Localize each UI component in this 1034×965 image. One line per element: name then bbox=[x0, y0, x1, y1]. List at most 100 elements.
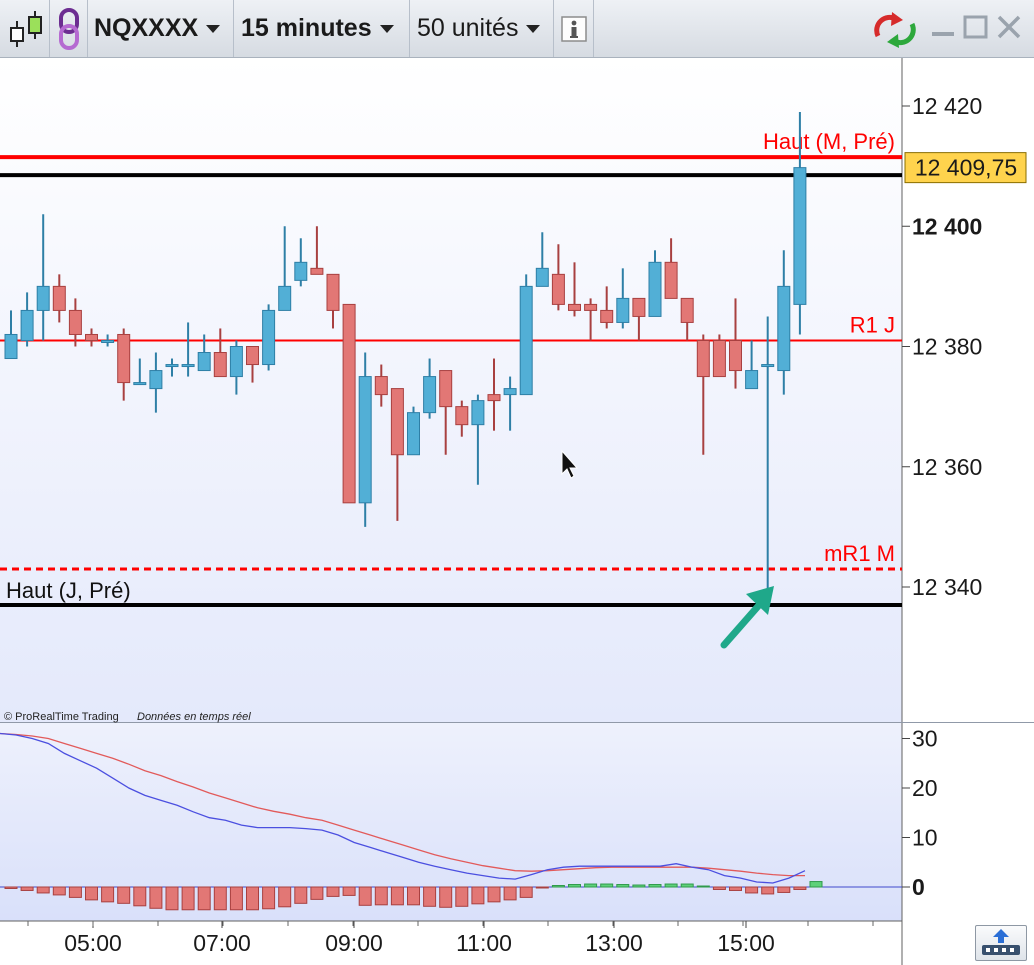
candle-body bbox=[310, 267, 324, 275]
histogram-bar bbox=[407, 886, 420, 906]
time-label: 11:00 bbox=[456, 930, 512, 956]
histogram-bar bbox=[487, 886, 501, 903]
histogram-bar bbox=[793, 886, 807, 890]
chart-area[interactable]: Haut (M, Pré) R1 J mR1 M Haut (J, Pré) 12 4… bbox=[0, 58, 1034, 965]
candle-body bbox=[133, 382, 147, 386]
minimize-icon[interactable] bbox=[930, 14, 956, 40]
candle[interactable] bbox=[712, 334, 726, 378]
timeframe-label: 15 minutes bbox=[241, 14, 372, 42]
histogram-bar bbox=[439, 886, 453, 908]
candle-body bbox=[680, 297, 694, 323]
candle-body bbox=[117, 333, 131, 384]
candle-body bbox=[101, 339, 115, 343]
histogram-bar bbox=[374, 886, 388, 906]
histogram-bar bbox=[455, 886, 469, 907]
histogram-bar bbox=[310, 886, 324, 900]
level-label: R1 J bbox=[850, 312, 895, 337]
candle-body bbox=[648, 261, 662, 317]
refresh-icon[interactable] bbox=[872, 10, 918, 50]
candle-body bbox=[423, 376, 437, 414]
candle-body bbox=[519, 285, 533, 396]
histogram-bar bbox=[262, 886, 276, 910]
histogram-bar bbox=[165, 886, 179, 911]
last-price-label: 12 409,75 bbox=[915, 155, 1017, 181]
price-tick-label: 12 360 bbox=[912, 454, 982, 480]
instrument-label: NQXXXX bbox=[94, 14, 199, 42]
time-label: 07:00 bbox=[193, 930, 251, 956]
candle-body bbox=[326, 273, 340, 311]
histogram-bar bbox=[600, 883, 614, 888]
candle-body bbox=[568, 303, 581, 311]
candle[interactable] bbox=[407, 406, 420, 456]
candle[interactable] bbox=[358, 352, 372, 527]
histogram-bar bbox=[246, 886, 259, 911]
candle-body bbox=[262, 309, 276, 366]
candle[interactable] bbox=[262, 304, 276, 371]
histogram-bar bbox=[36, 886, 50, 894]
histogram-bar bbox=[503, 886, 517, 901]
histogram-bar bbox=[680, 883, 694, 888]
units-selector[interactable]: 50 unités bbox=[410, 0, 554, 57]
histogram-bar bbox=[20, 886, 34, 891]
indicator-tick-label: 10 bbox=[912, 825, 938, 851]
price-tick-label: 12 380 bbox=[912, 334, 982, 360]
histogram-bar bbox=[358, 886, 372, 906]
indicator-tick-label: 30 bbox=[912, 726, 938, 752]
histogram-bar bbox=[568, 884, 581, 888]
candlestick-type-icon bbox=[9, 10, 42, 47]
candle-body bbox=[20, 309, 34, 341]
candle-body bbox=[632, 297, 646, 317]
chart-type-button[interactable] bbox=[0, 0, 50, 57]
expand-panel-button[interactable] bbox=[975, 925, 1027, 961]
chevron-down-icon bbox=[526, 24, 541, 33]
candle-body bbox=[729, 339, 742, 372]
close-icon[interactable] bbox=[996, 14, 1022, 40]
candle-body bbox=[712, 339, 726, 378]
histogram-bar bbox=[712, 886, 726, 890]
candle-body bbox=[246, 346, 259, 366]
maximize-icon[interactable] bbox=[963, 14, 989, 40]
instrument-selector[interactable]: NQXXXX bbox=[88, 0, 234, 57]
candle-body bbox=[213, 352, 227, 378]
info-button[interactable] bbox=[554, 0, 594, 57]
histogram-bar bbox=[342, 886, 356, 896]
histogram-bar bbox=[745, 886, 759, 894]
histogram-bar bbox=[213, 886, 227, 911]
histogram-bar bbox=[85, 886, 98, 901]
time-label: 09:00 bbox=[325, 930, 383, 956]
time-label: 15:00 bbox=[717, 930, 775, 956]
candle-body bbox=[584, 303, 598, 311]
candle-body bbox=[503, 388, 517, 396]
candle-body bbox=[229, 346, 243, 378]
candle-body bbox=[390, 388, 404, 456]
candle-body bbox=[52, 285, 66, 311]
candle-body bbox=[342, 303, 356, 504]
candle[interactable] bbox=[519, 274, 533, 396]
candle-body bbox=[455, 406, 469, 426]
histogram-bar bbox=[68, 886, 82, 898]
time-label: 13:00 bbox=[585, 930, 643, 956]
link-button[interactable] bbox=[50, 0, 88, 57]
credit-feed: Données en temps réel bbox=[137, 711, 251, 723]
histogram-bar bbox=[390, 886, 404, 906]
candle-body bbox=[696, 339, 710, 378]
timeframe-selector[interactable]: 15 minutes bbox=[234, 0, 410, 57]
candle-body bbox=[600, 309, 614, 323]
candle-body bbox=[664, 261, 678, 299]
histogram-bar bbox=[519, 886, 533, 898]
histogram-bar bbox=[181, 886, 195, 911]
chevron-down-icon bbox=[206, 24, 221, 33]
histogram-bar bbox=[294, 886, 308, 904]
candle-body bbox=[535, 267, 549, 287]
candle-body bbox=[616, 297, 630, 323]
candle-body bbox=[85, 333, 98, 341]
candle-body bbox=[745, 370, 759, 390]
histogram-bar bbox=[423, 886, 437, 907]
candle-body bbox=[278, 285, 292, 311]
candle[interactable] bbox=[342, 303, 356, 504]
histogram-bar bbox=[761, 886, 775, 895]
candle-body bbox=[68, 309, 82, 335]
chevron-down-icon bbox=[379, 24, 394, 33]
candle-body bbox=[407, 412, 420, 456]
candle-body bbox=[181, 364, 195, 368]
